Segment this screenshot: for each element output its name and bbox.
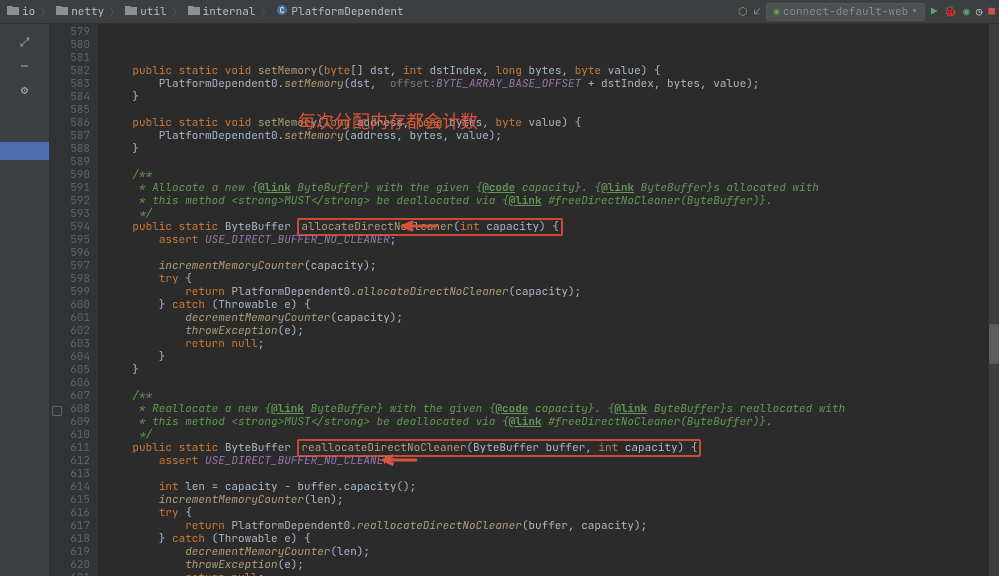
- code-line[interactable]: [98, 377, 989, 390]
- debug-icon[interactable]: 🐞: [943, 5, 957, 19]
- code-line[interactable]: * this method <strong>MUST</strong> be d…: [98, 195, 989, 208]
- top-bar: io 〉 netty 〉 util 〉 internal 〉 C Platfor…: [0, 0, 999, 24]
- line-gutter: 5795805815825835845855865875885895905915…: [50, 24, 98, 576]
- code-line[interactable]: [98, 156, 989, 169]
- breadcrumb-item-util[interactable]: util: [122, 5, 169, 19]
- breadcrumb-sep: 〉: [260, 4, 271, 20]
- collapse-icon[interactable]: —: [15, 56, 35, 76]
- strip-highlight: [0, 142, 49, 160]
- arrow-annotation: [398, 219, 438, 233]
- breadcrumb-label: PlatformDependent: [291, 5, 403, 19]
- code-line[interactable]: incrementMemoryCounter(capacity);: [98, 260, 989, 273]
- code-line[interactable]: PlatformDependent0.setMemory(address, by…: [98, 130, 989, 143]
- breadcrumb-label: util: [140, 5, 166, 19]
- run-config-dropdown[interactable]: ❀ connect-default-web ▾: [766, 3, 925, 21]
- breadcrumb-sep: 〉: [109, 4, 120, 20]
- breadcrumb-item-class[interactable]: C PlatformDependent: [273, 4, 406, 20]
- code-line[interactable]: return null;: [98, 338, 989, 351]
- class-icon: C: [276, 4, 288, 20]
- expand-icon[interactable]: ⤢: [15, 32, 35, 52]
- folder-icon: [125, 5, 137, 19]
- left-tool-strip: ⤢ — ⚙: [0, 24, 50, 576]
- breadcrumb-sep: 〉: [40, 4, 51, 20]
- line-number: 621: [50, 572, 90, 576]
- run-icon[interactable]: ▶: [931, 5, 938, 19]
- folder-icon: [56, 5, 68, 19]
- svg-text:C: C: [280, 6, 285, 16]
- code-line[interactable]: incrementMemoryCounter(len);: [98, 494, 989, 507]
- build-icon[interactable]: ⬡: [738, 5, 748, 19]
- code-line[interactable]: }: [98, 143, 989, 156]
- breadcrumb-label: io: [22, 5, 35, 19]
- code-line[interactable]: * this method <strong>MUST</strong> be d…: [98, 416, 989, 429]
- right-tools: ⬡ ↙ ❀ connect-default-web ▾ ▶ 🐞 ◉ ◷ ■: [738, 3, 995, 21]
- folder-icon: [188, 5, 200, 19]
- prev-icon[interactable]: ↙: [754, 5, 761, 19]
- code-line[interactable]: }: [98, 351, 989, 364]
- gear-icon[interactable]: ⚙: [15, 80, 35, 100]
- code-line[interactable]: }: [98, 364, 989, 377]
- spring-icon: ❀: [773, 5, 780, 19]
- breadcrumb-label: netty: [71, 5, 104, 19]
- run-config-label: connect-default-web: [783, 5, 908, 19]
- breadcrumb: io 〉 netty 〉 util 〉 internal 〉 C Platfor…: [4, 4, 738, 20]
- chevron-down-icon: ▾: [911, 5, 918, 19]
- profile-icon[interactable]: ◷: [976, 5, 983, 19]
- scrollbar-thumb[interactable]: [989, 324, 999, 364]
- arrow-annotation: [378, 453, 418, 467]
- breadcrumb-label: internal: [203, 5, 256, 19]
- code-line[interactable]: PlatformDependent0.setMemory(dst, offset…: [98, 78, 989, 91]
- code-area[interactable]: 每次分配内存都会计数 public static void setMemory(…: [98, 24, 989, 576]
- breadcrumb-item-netty[interactable]: netty: [53, 5, 107, 19]
- stop-icon[interactable]: ■: [988, 5, 995, 19]
- folder-icon: [7, 5, 19, 19]
- code-line[interactable]: }: [98, 91, 989, 104]
- breadcrumb-item-io[interactable]: io: [4, 5, 38, 19]
- breadcrumb-item-internal[interactable]: internal: [185, 5, 259, 19]
- coverage-icon[interactable]: ◉: [963, 5, 970, 19]
- code-line[interactable]: return null;: [98, 572, 989, 576]
- breadcrumb-sep: 〉: [172, 4, 183, 20]
- vertical-scrollbar[interactable]: [989, 24, 999, 576]
- annotation-text: 每次分配内存都会计数: [298, 116, 478, 129]
- code-editor[interactable]: 5795805815825835845855865875885895905915…: [50, 24, 999, 576]
